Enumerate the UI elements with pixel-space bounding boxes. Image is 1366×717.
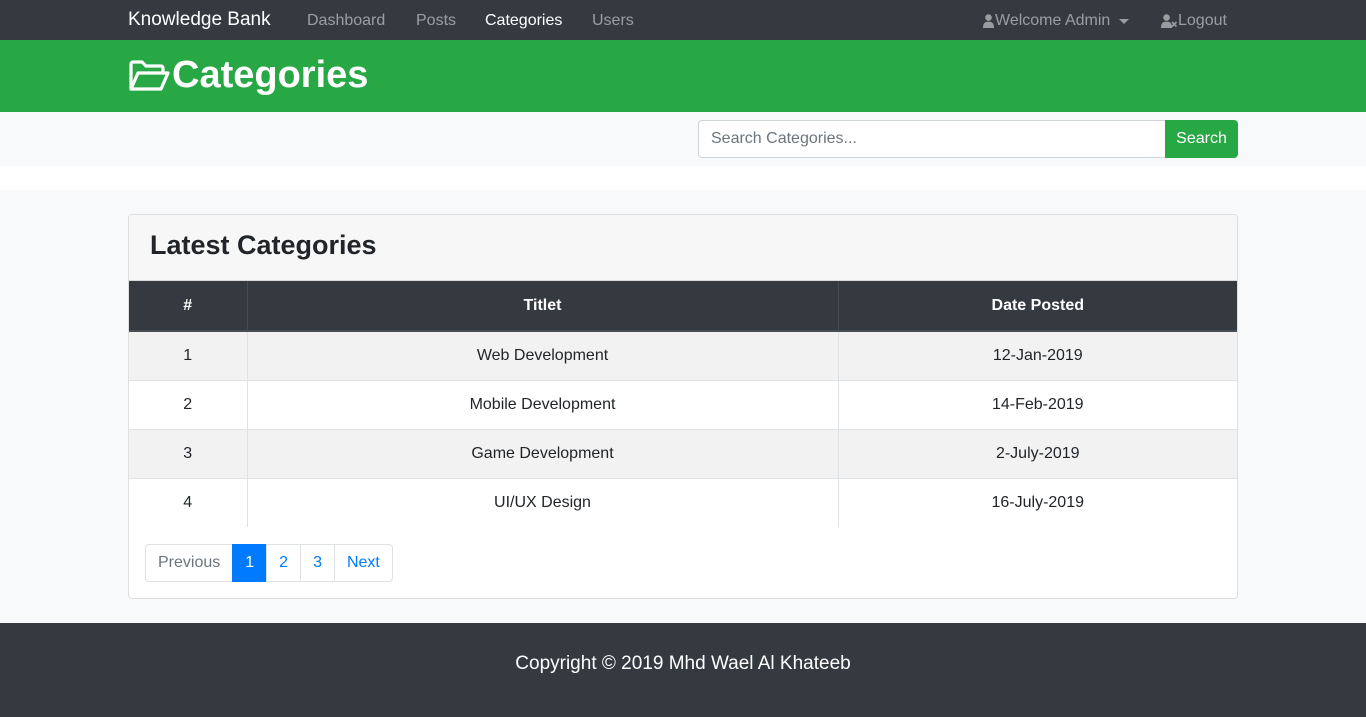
page-header: Categories (0, 40, 1366, 112)
card-header: Latest Categories (129, 215, 1237, 281)
divider-strip (0, 166, 1366, 190)
nav-users[interactable]: Users (592, 12, 634, 30)
search-input[interactable] (698, 120, 1166, 158)
table-header-row: # Titlet Date Posted (129, 281, 1237, 332)
cell-title: Mobile Development (247, 379, 839, 429)
column-header-date: Date Posted (838, 281, 1237, 332)
cell-date: 2-July-2019 (838, 428, 1237, 478)
pagination-page-2[interactable]: 2 (266, 544, 302, 582)
cell-title: Game Development (247, 428, 839, 478)
nav-dashboard[interactable]: Dashboard (307, 12, 385, 30)
search-bar: Search (0, 112, 1366, 166)
logout-link[interactable]: Logout (1161, 12, 1227, 30)
table-row: 4 UI/UX Design 16-July-2019 (129, 477, 1237, 527)
footer: Copyright © 2019 Mhd Wael Al Khateeb (0, 623, 1366, 717)
cell-number: 3 (129, 428, 248, 478)
pagination-previous[interactable]: Previous (145, 544, 234, 582)
welcome-dropdown[interactable]: Welcome Admin (983, 12, 1130, 30)
categories-card: Latest Categories # Titlet Date Posted 1… (128, 214, 1238, 599)
cell-date: 12-Jan-2019 (838, 330, 1237, 380)
welcome-label: Welcome Admin (995, 12, 1111, 29)
user-icon (983, 14, 994, 28)
brand-link[interactable]: Knowledge Bank (128, 9, 271, 31)
column-header-number: # (129, 281, 248, 332)
table-row: 3 Game Development 2-July-2019 (129, 428, 1237, 478)
page-title: Categories (128, 54, 368, 97)
folder-open-icon (129, 59, 170, 91)
cell-title: UI/UX Design (247, 477, 839, 527)
cell-date: 14-Feb-2019 (838, 379, 1237, 429)
cell-number: 2 (129, 379, 248, 429)
pagination: Previous 1 2 3 Next (145, 544, 393, 582)
page-title-text: Categories (172, 54, 369, 96)
pagination-page-1[interactable]: 1 (232, 544, 268, 582)
table-row: 2 Mobile Development 14-Feb-2019 (129, 379, 1237, 429)
categories-table: # Titlet Date Posted 1 Web Development 1… (129, 281, 1237, 527)
cell-number: 1 (129, 330, 248, 380)
cell-date: 16-July-2019 (838, 477, 1237, 527)
logout-label: Logout (1178, 12, 1227, 29)
pagination-page-3[interactable]: 3 (300, 544, 335, 582)
nav-categories[interactable]: Categories (485, 12, 562, 30)
cell-title: Web Development (247, 330, 839, 380)
user-times-icon (1161, 14, 1177, 28)
table-row: 1 Web Development 12-Jan-2019 (129, 330, 1237, 380)
copyright-text: Copyright © 2019 Mhd Wael Al Khateeb (515, 653, 851, 674)
pagination-next[interactable]: Next (333, 544, 393, 582)
nav-posts[interactable]: Posts (416, 12, 456, 30)
top-navbar: Knowledge Bank Dashboard Posts Categorie… (0, 0, 1366, 40)
column-header-title: Titlet (247, 281, 839, 332)
cell-number: 4 (129, 477, 248, 527)
caret-down-icon (1119, 18, 1130, 24)
search-button[interactable]: Search (1165, 120, 1238, 158)
card-title: Latest Categories (150, 230, 377, 260)
